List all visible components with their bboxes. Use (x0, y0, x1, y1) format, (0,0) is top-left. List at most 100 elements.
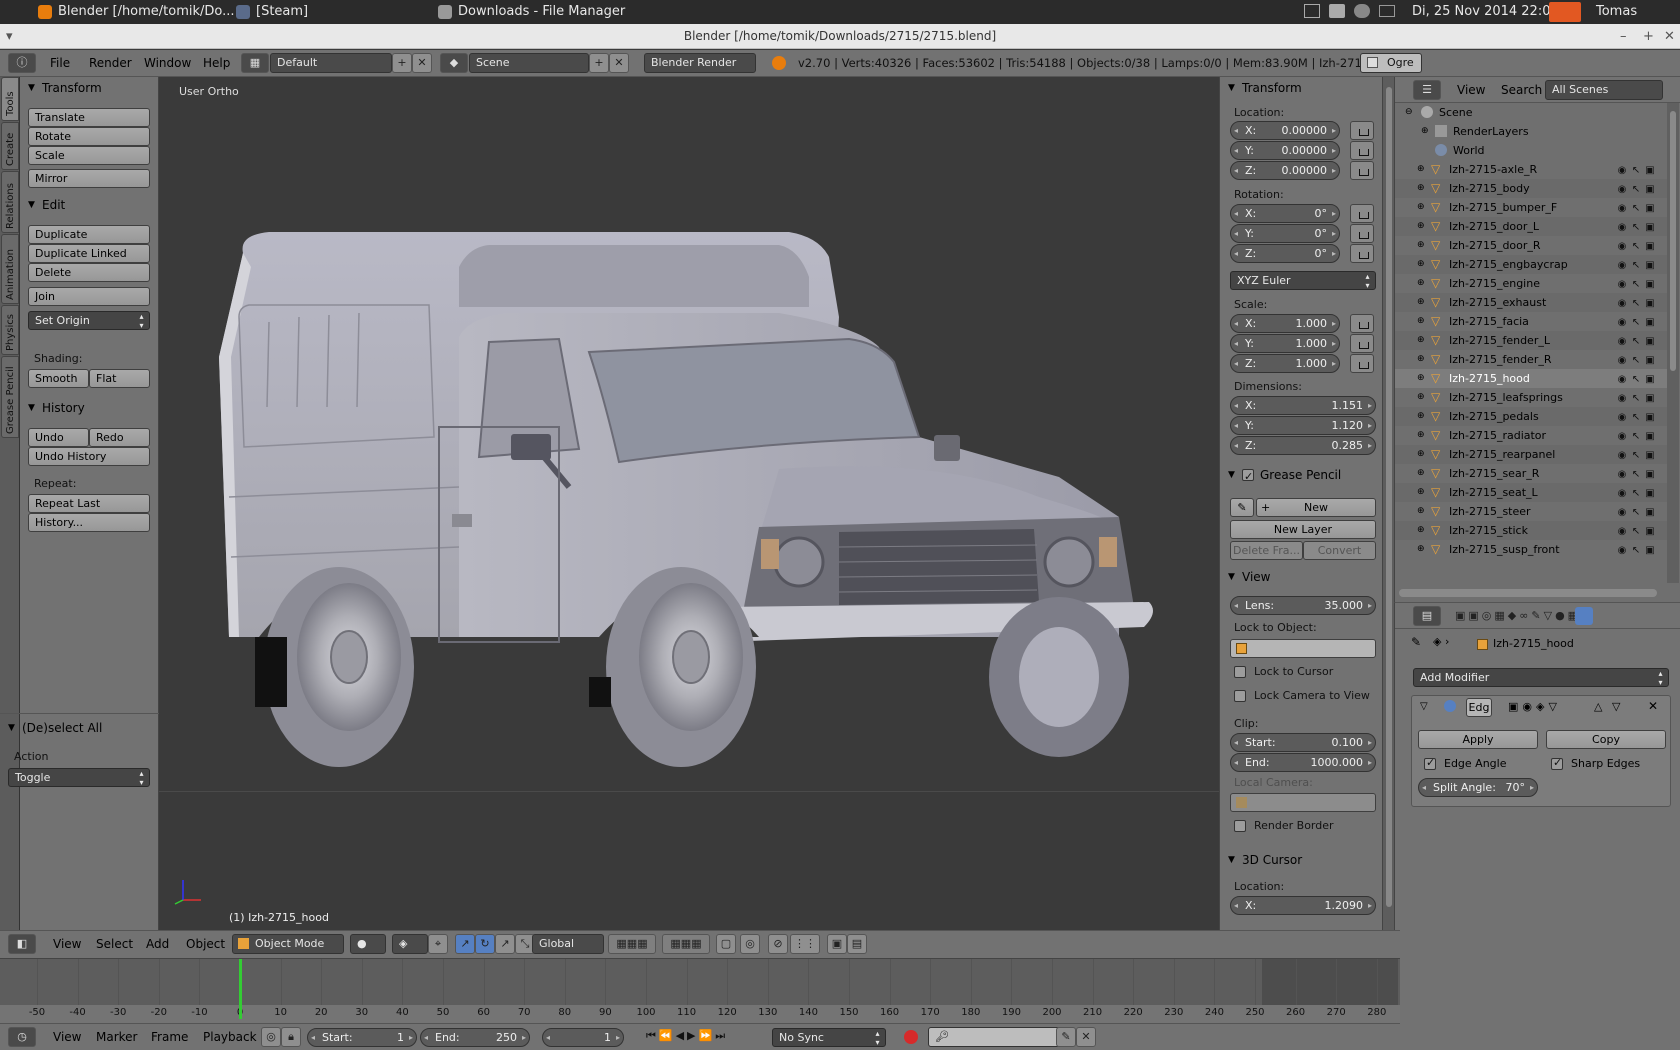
eye-icon[interactable]: ◉ (1615, 161, 1629, 180)
panel-grease-pencil-header[interactable]: Grease Pencil (1220, 465, 1383, 487)
n-panel-scroll-track[interactable] (1382, 77, 1394, 930)
lock-location-y-icon[interactable] (1350, 141, 1374, 160)
outliner-object-row[interactable]: ⊕ ▽ Izh-2715_hood ◉ ↖ ▣ (1395, 369, 1671, 388)
lock-scale-z-icon[interactable] (1350, 354, 1374, 373)
outliner-object-row[interactable]: ⊕ ▽ Izh-2715_exhaust ◉ ↖ ▣ (1395, 293, 1671, 312)
outliner-object-row[interactable]: ⊕ ▽ Izh-2715_radiator ◉ ↖ ▣ (1395, 426, 1671, 445)
cursor-select-icon[interactable]: ↖ (1629, 370, 1643, 389)
scene-icon[interactable]: ◆ (440, 53, 468, 73)
outliner-object-row[interactable]: ⊕ ▽ Izh-2715_pedals ◉ ↖ ▣ (1395, 407, 1671, 426)
outliner-scrollbar[interactable] (1667, 103, 1679, 583)
cursor-select-icon[interactable]: ↖ (1629, 218, 1643, 237)
lock-location-z-icon[interactable] (1350, 161, 1374, 180)
move-up-icon[interactable]: △ (1594, 700, 1602, 713)
cursor-select-icon[interactable]: ↖ (1629, 313, 1643, 332)
cursor-select-icon[interactable]: ↖ (1629, 180, 1643, 199)
mail-icon[interactable] (1379, 5, 1395, 17)
clip-start-field[interactable]: Start:0.100 (1230, 733, 1376, 752)
search-tray-icon[interactable] (1329, 4, 1345, 18)
render-camera-icon[interactable]: ▣ (1643, 161, 1657, 180)
eye-icon[interactable]: ◉ (1615, 389, 1629, 408)
start-frame-field[interactable]: Start:1 (307, 1028, 417, 1047)
render-camera-icon[interactable]: ▣ (1643, 522, 1657, 541)
scale-manipulator-icon[interactable]: ↗ (495, 934, 515, 954)
render-opengl-icon[interactable]: ▣ (827, 934, 847, 954)
cursor-select-icon[interactable]: ↖ (1629, 199, 1643, 218)
editor-type-properties-icon[interactable]: ▤ (1413, 606, 1441, 626)
editor-type-3dview-icon[interactable]: ◧ (8, 934, 36, 954)
pin-icon[interactable]: ✎ (1411, 635, 1421, 649)
render-camera-icon[interactable]: ▣ (1643, 370, 1657, 389)
rotation-y-field[interactable]: Y:0° (1230, 224, 1340, 243)
insert-keyframe-icon[interactable]: ✎ (1056, 1027, 1076, 1047)
outliner-filter-dropdown[interactable]: All Scenes (1545, 80, 1663, 100)
layers-grid-2[interactable]: ▦▦▦ (662, 934, 710, 954)
eye-icon[interactable]: ◉ (1615, 199, 1629, 218)
eye-icon[interactable]: ◉ (1615, 218, 1629, 237)
vp-menu-select[interactable]: Select (96, 937, 133, 951)
translate-button[interactable]: Translate (28, 108, 150, 127)
lock-rotation-x-icon[interactable] (1350, 204, 1374, 223)
pivot-dropdown[interactable]: ◈ (392, 934, 428, 954)
set-origin-dropdown[interactable]: Set Origin (28, 311, 150, 330)
lock-rotation-z-icon[interactable] (1350, 244, 1374, 263)
eye-icon[interactable]: ◉ (1615, 256, 1629, 275)
tab-relations[interactable]: Relations (1, 171, 19, 233)
cursor-select-icon[interactable]: ↖ (1629, 237, 1643, 256)
outliner-object-row[interactable]: ⊕ ▽ Izh-2715_door_R ◉ ↖ ▣ (1395, 236, 1671, 255)
cursor-select-icon[interactable]: ↖ (1629, 408, 1643, 427)
eye-icon[interactable]: ◉ (1615, 522, 1629, 541)
expand-icon[interactable]: ⊕ (1417, 445, 1425, 464)
rotate-button[interactable]: Rotate (28, 127, 150, 146)
remove-scene-icon[interactable]: ✕ (609, 53, 629, 73)
outliner-menu-view[interactable]: View (1457, 83, 1485, 97)
render-camera-icon[interactable]: ▣ (1643, 351, 1657, 370)
cursor-select-icon[interactable]: ↖ (1629, 484, 1643, 503)
gp-delete-frame-button[interactable]: Delete Fra... (1230, 541, 1303, 560)
operator-panel-header[interactable]: (De)select All (0, 718, 159, 738)
preview-range-icon[interactable]: ◎ (261, 1027, 281, 1047)
copy-button[interactable]: Copy (1546, 730, 1666, 749)
menu-render[interactable]: Render (89, 56, 132, 70)
outliner-object-row[interactable]: ⊕ ▽ Izh-2715_steer ◉ ↖ ▣ (1395, 502, 1671, 521)
render-border-checkbox[interactable] (1234, 820, 1246, 832)
cursor-select-icon[interactable]: ↖ (1629, 351, 1643, 370)
tl-menu-view[interactable]: View (53, 1030, 81, 1044)
eye-icon[interactable]: ◉ (1615, 370, 1629, 389)
timeline[interactable]: -50-40-30-20-100102030405060708090100110… (0, 958, 1400, 1024)
modifier-name-field[interactable]: Edg (1466, 698, 1492, 717)
expand-icon[interactable]: ⊕ (1417, 407, 1425, 426)
render-camera-icon[interactable]: ▣ (1643, 332, 1657, 351)
flat-button[interactable]: Flat (89, 369, 150, 388)
expand-icon[interactable]: ⊕ (1417, 521, 1425, 540)
location-y-field[interactable]: Y:0.00000 (1230, 141, 1340, 160)
panel-view-header[interactable]: View (1220, 567, 1383, 587)
modifier-collapse-icon[interactable]: ▽ (1420, 701, 1428, 712)
n-panel-scroll-thumb[interactable] (1386, 87, 1392, 907)
cursor-select-icon[interactable]: ↖ (1629, 275, 1643, 294)
cursor-select-icon[interactable]: ↖ (1629, 522, 1643, 541)
panel-history-header[interactable]: History (20, 398, 159, 418)
expand-icon[interactable]: ⊕ (1417, 350, 1425, 369)
eye-icon[interactable]: ◉ (1615, 484, 1629, 503)
vp-menu-add[interactable]: Add (146, 937, 169, 951)
expand-icon[interactable]: ⊕ (1417, 217, 1425, 236)
maximize-icon[interactable]: + (1643, 24, 1654, 49)
outliner-object-row[interactable]: ⊕ ▽ Izh-2715_sear_R ◉ ↖ ▣ (1395, 464, 1671, 483)
render-camera-icon[interactable]: ▣ (1643, 503, 1657, 522)
menu-file[interactable]: File (50, 56, 70, 70)
context-tabs-icons[interactable]: ▣▣◎▦◆∞✎▽●▦⊕ (1455, 609, 1593, 622)
steam-tray-icon[interactable] (1354, 4, 1370, 18)
vp-menu-view[interactable]: View (53, 937, 81, 951)
panel-edit-header[interactable]: Edit (20, 195, 159, 215)
frame-cursor[interactable] (239, 959, 242, 1019)
add-layout-icon[interactable]: + (392, 53, 412, 73)
outliner-object-row[interactable]: ⊕ ▽ Izh-2715_door_L ◉ ↖ ▣ (1395, 217, 1671, 236)
render-camera-icon[interactable]: ▣ (1643, 389, 1657, 408)
lock-camera-checkbox[interactable] (1234, 690, 1246, 702)
modifier-wrench-icon[interactable] (1575, 607, 1593, 625)
eye-icon[interactable]: ◉ (1615, 503, 1629, 522)
outliner-menu-search[interactable]: Search (1501, 83, 1542, 97)
taskbar-item-file-manager[interactable]: Downloads - File Manager (436, 0, 646, 24)
tab-grease-pencil[interactable]: Grease Pencil (1, 356, 19, 438)
